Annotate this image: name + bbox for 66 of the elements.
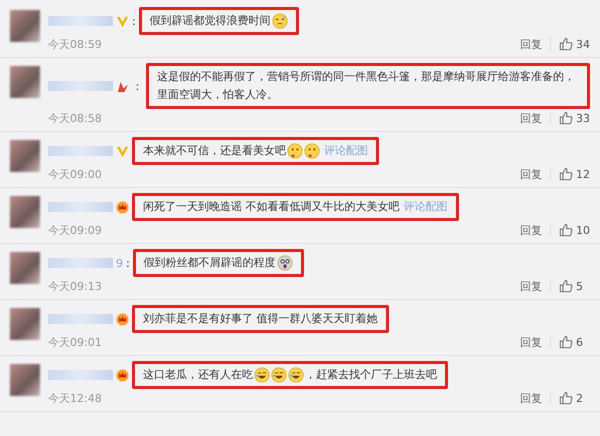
timestamp: 今天09:00: [48, 166, 102, 182]
avatar-placeholder: [10, 140, 40, 172]
avatar-placeholder: [10, 308, 40, 340]
blurred-name: [48, 370, 113, 380]
thumbs-up-icon[interactable]: [559, 223, 573, 237]
reply-link[interactable]: 回复: [520, 166, 542, 182]
blurred-name: [48, 202, 113, 212]
avatar-placeholder: [10, 252, 40, 284]
reply-link[interactable]: 回复: [520, 390, 542, 406]
laughing-emoji-icon: [288, 367, 304, 383]
laughing-emoji-icon: [271, 367, 287, 383]
avatar-placeholder: [10, 66, 40, 98]
blurred-name: [48, 258, 113, 268]
colon: ：: [132, 78, 143, 94]
timestamp: 今天08:58: [48, 110, 102, 126]
comment-text: 闲死了一天到晚造谣 不如看看低调又牛比的大美女吧 评论配图: [132, 193, 458, 221]
comment-text: 假到粉丝都不屑辟谣的程度: [132, 249, 304, 277]
blurred-name: [48, 16, 113, 26]
avatar-placeholder: [10, 10, 40, 42]
like-count: 12: [576, 168, 590, 180]
like-count: 6: [576, 336, 584, 348]
blurred-name: [48, 146, 113, 156]
like-count: 5: [576, 280, 584, 292]
like-count: 2: [576, 392, 584, 404]
reply-link[interactable]: 回复: [520, 222, 542, 238]
like-count: 34: [576, 38, 590, 50]
thumbs-up-icon[interactable]: [559, 37, 573, 51]
colon: :: [126, 256, 130, 270]
like-count: 10: [576, 224, 590, 236]
avatar-placeholder: [10, 196, 40, 228]
timestamp: 今天12:48: [48, 390, 102, 406]
v-badge-icon: [116, 144, 129, 158]
colon: :: [132, 14, 136, 28]
crown-badge-icon: [116, 200, 129, 214]
reply-link[interactable]: 回复: [520, 278, 542, 294]
blurred-name: [48, 81, 113, 91]
name-fragment: 9: [116, 256, 123, 270]
thumbs-up-icon[interactable]: [559, 335, 573, 349]
blurred-name: [48, 314, 113, 324]
comment-text: 本来就不可信，还是看美女吧 评论配图: [132, 137, 379, 165]
like-count: 33: [576, 112, 590, 124]
timestamp: 今天08:59: [48, 36, 102, 52]
kiss-emoji-icon: [287, 143, 303, 159]
comment-text: 刘亦菲是不是有好事了 值得一群八婆天天盯着她: [132, 305, 388, 333]
v-badge-icon: [116, 14, 129, 28]
comment-text: 这是假的不能再假了，营销号所谓的同一件黑色斗篷，那是摩纳哥展厅给游客准备的，里面空调大，怕客人冷。: [146, 63, 590, 109]
timestamp: 今天09:13: [48, 278, 102, 294]
kiss-emoji-icon: [304, 143, 320, 159]
reply-link[interactable]: 回复: [520, 110, 542, 126]
comment-text: 这口老瓜，还有人在吃 ，赶紧去找个厂子上班去吧: [132, 361, 448, 389]
reply-link[interactable]: 回复: [520, 334, 542, 350]
star-badge-icon: [116, 80, 129, 92]
comment-text: 假到辟谣都觉得浪费时间: [138, 7, 299, 35]
thumbs-up-icon[interactable]: [559, 279, 573, 293]
timestamp: 今天09:09: [48, 222, 102, 238]
thumbs-up-icon[interactable]: [559, 167, 573, 181]
thumbs-up-icon[interactable]: [559, 111, 573, 125]
crown-badge-icon: [116, 312, 129, 326]
thumbs-up-icon[interactable]: [559, 391, 573, 405]
crown-badge-icon: [116, 368, 129, 382]
avatar-placeholder: [10, 364, 40, 396]
reply-link[interactable]: 回复: [520, 36, 542, 52]
timestamp: 今天09:01: [48, 334, 102, 350]
scared-emoji-icon: [276, 255, 293, 271]
laughing-emoji-icon: [254, 367, 270, 383]
sweat-emoji-icon: [272, 13, 288, 29]
